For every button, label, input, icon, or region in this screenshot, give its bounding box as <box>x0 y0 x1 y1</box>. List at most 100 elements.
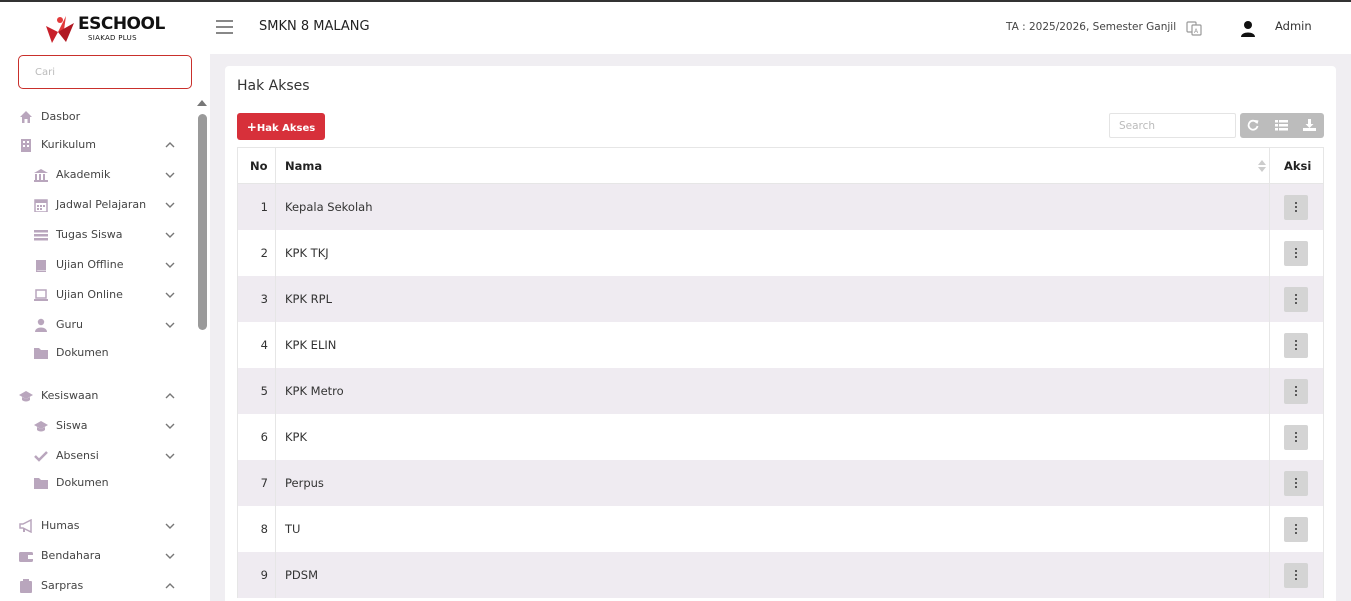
sidebar-item-humas[interactable]: Humas <box>0 516 196 538</box>
sidebar-item-label: Dokumen <box>56 476 109 489</box>
column-header-nama[interactable]: Nama <box>285 159 322 173</box>
cell-no: 4 <box>260 338 268 352</box>
sidebar-item-ujian-online[interactable]: Ujian Online <box>0 285 196 307</box>
table-row: 5 KPK Metro <box>237 368 1324 414</box>
logo-subtext: SIAKAD PLUS <box>88 34 137 42</box>
row-action-menu-button[interactable] <box>1284 471 1308 496</box>
cell-nama: TU <box>285 522 301 536</box>
chevron-down-icon[interactable] <box>164 289 176 301</box>
scroll-up-arrow-icon[interactable] <box>197 100 207 106</box>
sidebar-item-tugas-siswa[interactable]: Tugas Siswa <box>0 225 196 247</box>
sidebar-item-label: Humas <box>41 519 80 532</box>
language-icon[interactable]: A <box>1186 20 1202 36</box>
sidebar-item-bendahara[interactable]: Bendahara <box>0 546 196 568</box>
table-row: 6 KPK <box>237 414 1324 460</box>
kebab-dot <box>1295 256 1297 258</box>
sidebar-item-absensi[interactable]: Absensi <box>0 446 196 468</box>
add-button-label: Hak Akses <box>256 122 316 134</box>
kebab-dot <box>1295 348 1297 350</box>
sidebar-item-label: Dasbor <box>41 110 81 123</box>
toggle-view-button[interactable] <box>1268 113 1296 138</box>
sidebar-scrollbar[interactable] <box>198 114 207 330</box>
row-action-menu-button[interactable] <box>1284 195 1308 220</box>
sidebar-item-akademik[interactable]: Akademik <box>0 165 196 187</box>
user-avatar-icon[interactable] <box>1240 20 1256 37</box>
sidebar-item-siswa[interactable]: Siswa <box>0 416 196 438</box>
add-hak-akses-button[interactable]: +Hak Akses <box>237 113 325 140</box>
sidebar-item-label: Dokumen <box>56 346 109 359</box>
sidebar-item-jadwal-pelajaran[interactable]: Jadwal Pelajaran <box>0 195 196 217</box>
chevron-down-icon[interactable] <box>164 420 176 432</box>
table-row: 7 Perpus <box>237 460 1324 506</box>
kebab-dot <box>1295 386 1297 388</box>
table-toolbar <box>1240 113 1324 138</box>
row-action-menu-button[interactable] <box>1284 287 1308 312</box>
table-search-input[interactable] <box>1109 113 1236 138</box>
chevron-down-icon[interactable] <box>164 229 176 241</box>
chevron-down-icon[interactable] <box>164 199 176 211</box>
academic-year: TA : 2025/2026, Semester Ganjil <box>1006 21 1177 33</box>
clipboard-icon <box>20 579 32 593</box>
kebab-dot <box>1295 574 1297 576</box>
export-button[interactable] <box>1296 113 1324 138</box>
chevron-up-icon[interactable] <box>164 139 176 151</box>
logo-text: ESCHOOL <box>78 14 165 34</box>
user-icon <box>35 318 47 332</box>
row-action-menu-button[interactable] <box>1284 241 1308 266</box>
page-title: Hak Akses <box>237 78 310 94</box>
home-icon <box>20 111 32 123</box>
sidebar-item-dokumen[interactable]: Dokumen <box>0 473 196 495</box>
sidebar: Dasbor Kurikulum Akademik Jadwal Pelajaran T… <box>0 54 210 601</box>
cell-no: 5 <box>260 384 268 398</box>
refresh-button[interactable] <box>1240 113 1268 138</box>
sidebar-search-input[interactable] <box>18 55 192 89</box>
cell-nama: KPK ELIN <box>285 338 337 352</box>
check-icon <box>34 451 48 462</box>
graduation-cap-icon <box>19 391 33 402</box>
chevron-down-icon[interactable] <box>164 259 176 271</box>
top-header: ESCHOOL SIAKAD PLUS SMKN 8 MALANG TA : 2… <box>0 2 1351 54</box>
building-icon <box>21 139 31 152</box>
wallet-icon <box>19 552 33 562</box>
chevron-down-icon[interactable] <box>164 319 176 331</box>
sidebar-item-dasbor[interactable]: Dasbor <box>0 107 196 129</box>
kebab-dot <box>1295 532 1297 534</box>
user-name[interactable]: Admin <box>1275 19 1312 33</box>
list-icon <box>1275 120 1288 131</box>
row-action-menu-button[interactable] <box>1284 333 1308 358</box>
folder-icon <box>34 478 48 489</box>
graduation-cap-icon <box>34 421 48 432</box>
sidebar-item-kesiswaan[interactable]: Kesiswaan <box>0 386 196 408</box>
kebab-dot <box>1295 302 1297 304</box>
sort-icon[interactable] <box>1258 160 1266 172</box>
app-logo[interactable]: ESCHOOL SIAKAD PLUS <box>44 14 165 46</box>
sidebar-item-dokumen[interactable]: Dokumen <box>0 343 196 365</box>
menu-toggle-icon[interactable] <box>216 20 233 34</box>
cell-nama: KPK <box>285 430 308 444</box>
kebab-dot <box>1295 524 1297 526</box>
chevron-up-icon[interactable] <box>164 580 176 592</box>
chevron-down-icon[interactable] <box>164 550 176 562</box>
sidebar-item-guru[interactable]: Guru <box>0 315 196 337</box>
row-action-menu-button[interactable] <box>1284 563 1308 588</box>
row-action-menu-button[interactable] <box>1284 379 1308 404</box>
sidebar-item-ujian-offline[interactable]: Ujian Offline <box>0 255 196 277</box>
row-action-menu-button[interactable] <box>1284 517 1308 542</box>
chevron-up-icon[interactable] <box>164 390 176 402</box>
chevron-down-icon[interactable] <box>164 450 176 462</box>
sidebar-item-sarpras[interactable]: Sarpras <box>0 576 196 598</box>
sidebar-item-label: Absensi <box>56 449 99 462</box>
sidebar-item-kurikulum[interactable]: Kurikulum <box>0 135 196 157</box>
kebab-dot <box>1295 390 1297 392</box>
kebab-dot <box>1295 252 1297 254</box>
row-action-menu-button[interactable] <box>1284 425 1308 450</box>
kebab-dot <box>1295 206 1297 208</box>
table-row: 2 KPK TKJ <box>237 230 1324 276</box>
kebab-dot <box>1295 344 1297 346</box>
column-header-no[interactable]: No <box>250 159 268 173</box>
laptop-icon <box>34 289 48 301</box>
cell-no: 7 <box>260 476 268 490</box>
bullhorn-icon <box>19 519 32 533</box>
chevron-down-icon[interactable] <box>164 520 176 532</box>
chevron-down-icon[interactable] <box>164 169 176 181</box>
